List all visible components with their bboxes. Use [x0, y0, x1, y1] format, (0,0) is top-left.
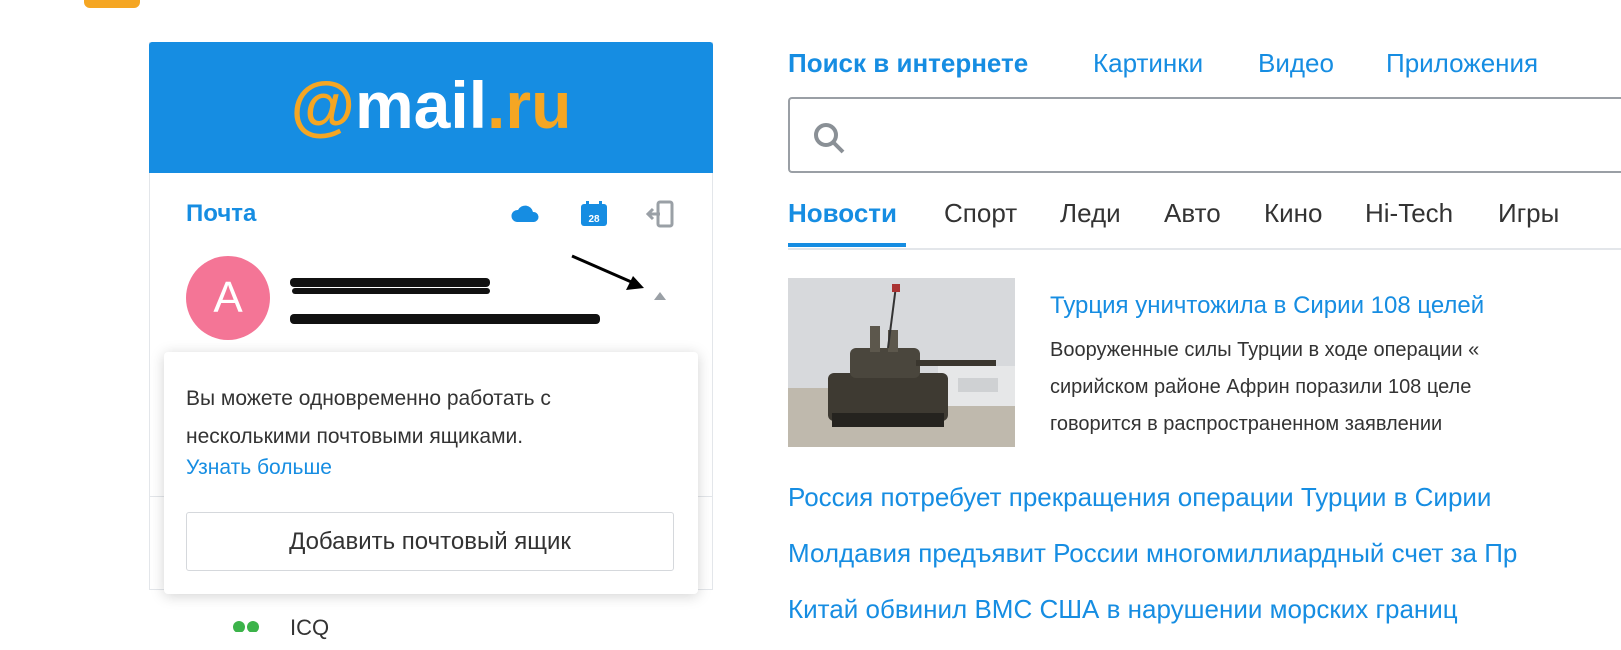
calendar-icon[interactable]: 28 — [579, 200, 609, 228]
search-icon — [814, 123, 845, 154]
news-link[interactable]: Китай обвинил ВМС США в нарушении морски… — [788, 594, 1458, 625]
tab-sport[interactable]: Спорт — [944, 198, 1017, 229]
news-tabs: Новости Спорт Леди Авто Кино Hi-Tech Игр… — [788, 198, 1621, 250]
redacted-email — [290, 314, 600, 324]
lead-desc-line: сирийском районе Африн поразили 108 целе — [1050, 376, 1472, 398]
avatar[interactable]: А — [186, 256, 270, 340]
lead-desc-line: Вооруженные силы Турции в ходе операции … — [1050, 339, 1480, 361]
logo-at: @ — [291, 68, 355, 142]
tab-web-search[interactable]: Поиск в интернете — [788, 48, 1028, 79]
icq-label[interactable]: ICQ — [290, 615, 329, 641]
tab-news[interactable]: Новости — [788, 198, 897, 229]
redacted-name — [290, 278, 490, 287]
tab-apps[interactable]: Приложения — [1386, 48, 1538, 79]
mail-title[interactable]: Почта — [186, 200, 256, 228]
news-photo[interactable] — [788, 278, 1015, 447]
svg-text:@mail.ru: @mail.ru — [291, 68, 572, 142]
search-input[interactable] — [788, 97, 1621, 173]
tab-lady[interactable]: Леди — [1060, 198, 1121, 229]
tab-images[interactable]: Картинки — [1093, 48, 1203, 79]
news-link[interactable]: Россия потребует прекращения операции Ту… — [788, 482, 1491, 513]
tab-kino[interactable]: Кино — [1264, 198, 1323, 229]
tab-video[interactable]: Видео — [1258, 48, 1334, 79]
logo-dot: . — [487, 68, 505, 142]
logout-icon[interactable] — [646, 200, 676, 228]
caret-up-icon[interactable] — [654, 292, 666, 300]
top-badge[interactable] — [84, 0, 140, 8]
mail-header: @mail.ru — [149, 42, 713, 173]
logo-ru: ru — [505, 68, 571, 142]
top-bar — [0, 0, 1621, 10]
news-link[interactable]: Молдавия предъявит России многомиллиардн… — [788, 538, 1517, 569]
popup-text: Вы можете одновременно работать с нескол… — [186, 387, 551, 448]
logo-mail: mail — [355, 68, 487, 142]
svg-text:28: 28 — [588, 214, 600, 225]
multi-mailbox-popup: Вы можете одновременно работать с нескол… — [164, 352, 698, 594]
icq-icon[interactable] — [232, 618, 260, 632]
lead-news-title[interactable]: Турция уничтожила в Сирии 108 целей — [1050, 292, 1484, 320]
tab-auto[interactable]: Авто — [1164, 198, 1221, 229]
lead-news-description: Вооруженные силы Турции в ходе операции … — [1050, 332, 1610, 443]
add-mailbox-button[interactable]: Добавить почтовый ящик — [186, 512, 674, 571]
cloud-icon[interactable] — [510, 200, 540, 228]
lead-desc-line: говорится в распространенном заявлении — [1050, 413, 1443, 435]
tab-games[interactable]: Игры — [1498, 198, 1559, 229]
mailru-logo[interactable]: @mail.ru — [149, 42, 713, 173]
redacted-name-2 — [292, 288, 490, 294]
active-tab-underline — [788, 243, 906, 247]
tab-hitech[interactable]: Hi-Tech — [1365, 198, 1453, 229]
learn-more-link[interactable]: Узнать больше — [186, 456, 332, 480]
